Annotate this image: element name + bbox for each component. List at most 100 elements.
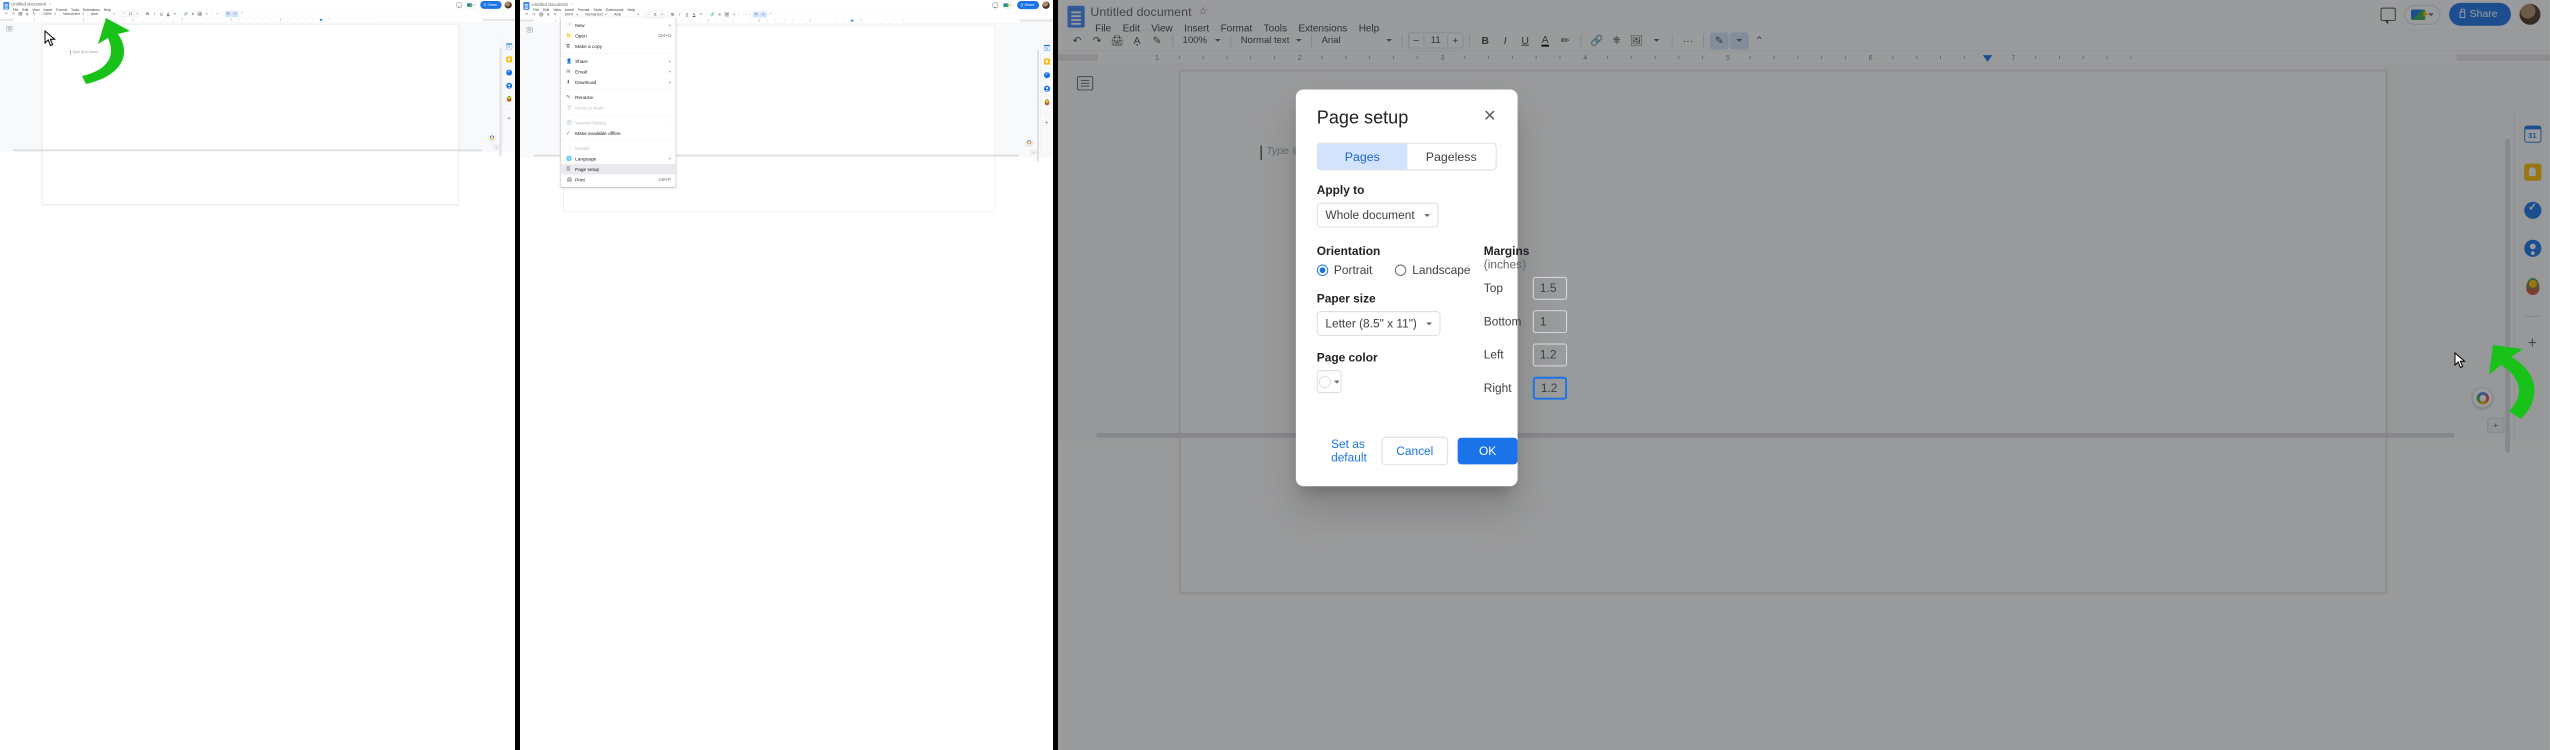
set-as-default-button[interactable]: Set as default bbox=[1317, 431, 1381, 471]
margin-bottom-input[interactable]: 1 bbox=[1533, 310, 1568, 334]
cancel-button[interactable]: Cancel bbox=[1381, 436, 1449, 466]
explore-button[interactable] bbox=[488, 133, 496, 141]
tab-pages[interactable]: Pages bbox=[1317, 143, 1407, 170]
menu-file[interactable]: File bbox=[11, 7, 20, 12]
comment-history-icon[interactable] bbox=[992, 2, 998, 9]
avatar[interactable] bbox=[1042, 1, 1050, 9]
close-icon[interactable]: ✕ bbox=[1483, 108, 1497, 124]
menu-insert[interactable]: Insert bbox=[563, 7, 575, 12]
font-size-increase[interactable]: + bbox=[135, 12, 140, 16]
underline-button[interactable]: U bbox=[158, 11, 165, 17]
menu-help[interactable]: Help bbox=[102, 7, 112, 12]
menu-format[interactable]: Format bbox=[576, 7, 591, 12]
menu-item-page-setup[interactable]: 🗎 Page setup bbox=[560, 163, 676, 175]
vertical-scrollbar[interactable] bbox=[499, 47, 502, 157]
italic-button[interactable]: I bbox=[151, 11, 158, 17]
horizontal-scrollbar[interactable] bbox=[13, 149, 483, 152]
menu-item-new[interactable]: 📄 New ▸ bbox=[561, 20, 676, 31]
menu-insert[interactable]: Insert bbox=[42, 7, 54, 12]
menu-item-download[interactable]: ⬇ Download ▸ bbox=[561, 77, 676, 88]
menu-format[interactable]: Format bbox=[54, 7, 68, 12]
document-page[interactable]: Type @ to insert bbox=[42, 24, 459, 205]
google-tasks-icon[interactable] bbox=[506, 69, 512, 76]
file-menu-dropdown[interactable]: 📄 New ▸ 📁 Open Ctrl+O ⧉ Make a copy 👤 Sh… bbox=[560, 17, 676, 188]
google-meet-button[interactable] bbox=[464, 1, 478, 9]
menu-item-rename[interactable]: ✎ Rename bbox=[561, 92, 676, 103]
insert-link-icon[interactable]: 🔗 bbox=[183, 11, 190, 17]
google-contacts-icon[interactable] bbox=[1043, 85, 1050, 92]
radio-landscape[interactable]: Landscape bbox=[1395, 264, 1470, 277]
highlight-color-button[interactable]: ✏ bbox=[172, 11, 179, 17]
tab-pageless[interactable]: Pageless bbox=[1407, 144, 1496, 170]
page-title[interactable]: Untitled document bbox=[11, 1, 46, 7]
font-size-increase[interactable]: + bbox=[659, 12, 664, 16]
menu-extensions[interactable]: Extensions bbox=[604, 7, 625, 12]
menu-view[interactable]: View bbox=[31, 7, 42, 12]
star-icon[interactable]: ☆ bbox=[48, 1, 51, 7]
radio-portrait[interactable]: Portrait bbox=[1316, 264, 1372, 277]
font-size-stepper[interactable]: − 11 + bbox=[120, 11, 140, 17]
margin-top-input[interactable]: 1.5 bbox=[1533, 276, 1568, 300]
share-button[interactable]: Share bbox=[1016, 1, 1040, 10]
undo-icon[interactable]: ↶ bbox=[3, 11, 10, 17]
apply-to-select[interactable]: Whole document bbox=[1316, 202, 1439, 228]
document-outline-icon[interactable] bbox=[6, 26, 13, 32]
add-side-panel-app-button[interactable]: + bbox=[1045, 120, 1048, 125]
underline-button[interactable]: U bbox=[684, 11, 691, 17]
page-title[interactable]: Untitled document bbox=[532, 1, 568, 7]
menu-item-make-a-copy[interactable]: ⧉ Make a copy bbox=[561, 41, 676, 52]
bold-button[interactable]: B bbox=[144, 11, 151, 17]
google-contacts-icon[interactable] bbox=[506, 82, 512, 89]
text-color-button[interactable]: A bbox=[165, 11, 172, 17]
more-options-icon[interactable]: ··· bbox=[742, 11, 749, 17]
margin-left-input[interactable]: 1.2 bbox=[1533, 343, 1568, 367]
menu-edit[interactable]: Edit bbox=[541, 7, 551, 12]
bold-button[interactable]: B bbox=[669, 11, 676, 17]
margin-right-input[interactable]: 1.2 bbox=[1533, 376, 1568, 400]
menu-item-open[interactable]: 📁 Open Ctrl+O bbox=[561, 30, 676, 41]
vertical-scrollbar[interactable] bbox=[1037, 49, 1039, 162]
star-icon[interactable]: ☆ bbox=[570, 1, 573, 7]
insert-image-icon[interactable]: 🖼 bbox=[723, 11, 730, 17]
comment-history-icon[interactable] bbox=[456, 2, 462, 9]
chevron-down-icon[interactable] bbox=[203, 11, 210, 17]
page-color-picker[interactable] bbox=[1316, 370, 1342, 393]
font-size-value[interactable]: 11 bbox=[650, 12, 660, 17]
google-calendar-icon[interactable]: 31 bbox=[1043, 44, 1050, 51]
menu-tools[interactable]: Tools bbox=[69, 7, 80, 12]
add-page-button[interactable]: + bbox=[1030, 149, 1037, 155]
google-maps-icon[interactable] bbox=[1044, 99, 1050, 106]
editing-mode-chevron-icon[interactable] bbox=[231, 11, 239, 17]
text-color-button[interactable]: A bbox=[691, 11, 698, 17]
google-calendar-icon[interactable]: 31 bbox=[506, 43, 512, 50]
google-keep-icon[interactable] bbox=[1043, 58, 1050, 65]
google-tasks-icon[interactable] bbox=[1043, 72, 1050, 79]
insert-link-icon[interactable]: 🔗 bbox=[709, 11, 716, 17]
undo-icon[interactable]: ↶ bbox=[523, 11, 530, 17]
menu-item-language[interactable]: 🌐 Language ▸ bbox=[561, 153, 676, 164]
editing-mode-chevron-icon[interactable] bbox=[760, 11, 767, 18]
menu-item-print[interactable]: 🖨 Print Ctrl+P bbox=[561, 174, 676, 185]
avatar[interactable] bbox=[504, 1, 512, 9]
italic-button[interactable]: I bbox=[676, 11, 683, 17]
menu-item-email[interactable]: ✉ Email ▸ bbox=[561, 66, 676, 77]
menu-item-share[interactable]: 👤 Share ▸ bbox=[561, 56, 676, 67]
share-button[interactable]: Share bbox=[480, 0, 502, 9]
insert-image-icon[interactable]: 🖼 bbox=[196, 11, 203, 17]
menu-extensions[interactable]: Extensions bbox=[81, 7, 101, 12]
font-size-stepper[interactable]: − 11 + bbox=[645, 11, 665, 18]
google-keep-icon[interactable] bbox=[506, 56, 512, 63]
menu-tools[interactable]: Tools bbox=[592, 7, 604, 12]
collapse-toolbar-icon[interactable]: ⌃ bbox=[767, 11, 774, 17]
font-size-value[interactable]: 11 bbox=[126, 12, 135, 16]
editing-mode-button[interactable]: ✎ bbox=[752, 11, 760, 18]
menu-help[interactable]: Help bbox=[626, 7, 637, 12]
menu-file[interactable]: File bbox=[532, 7, 541, 12]
document-outline-icon[interactable] bbox=[526, 27, 533, 33]
add-comment-icon[interactable]: ⎈ bbox=[716, 11, 723, 17]
menu-edit[interactable]: Edit bbox=[21, 7, 30, 12]
collapse-toolbar-icon[interactable]: ⌃ bbox=[239, 11, 246, 17]
explore-button[interactable] bbox=[1025, 138, 1033, 146]
google-meet-button[interactable] bbox=[1000, 1, 1014, 9]
google-maps-icon[interactable] bbox=[506, 95, 512, 102]
